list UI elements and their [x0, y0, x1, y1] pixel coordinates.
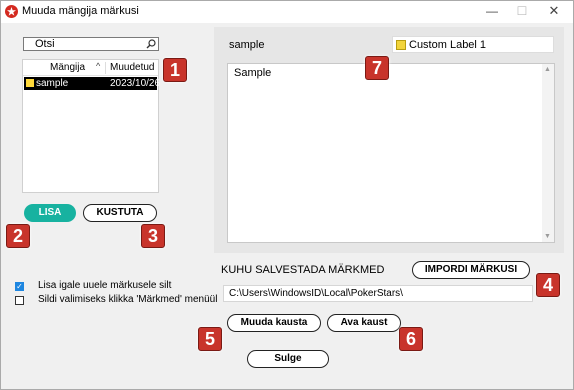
column-header-player[interactable]: Mängija [50, 62, 85, 73]
save-location-heading: KUHU SALVESTADA MÄRKMED [221, 264, 385, 276]
search-input[interactable]: Otsi [23, 37, 159, 51]
open-folder-button[interactable]: Ava kaust [327, 314, 401, 332]
delete-button[interactable]: KUSTUTA [83, 204, 157, 222]
close-window-button[interactable]: ✕ [539, 1, 569, 23]
label-color-swatch [26, 79, 34, 87]
search-input-text: Otsi [35, 38, 55, 50]
notes-dialog: Muuda mängija märkusi — ☐ ✕ Otsi Mängija… [0, 0, 574, 390]
close-button[interactable]: Sulge [247, 350, 329, 368]
annotation-badge: 7 [365, 56, 389, 80]
label-menu-checkbox[interactable] [15, 296, 24, 305]
pokerstars-logo-icon [5, 5, 18, 18]
notes-scrollbar[interactable]: ▲ ▼ [542, 64, 554, 242]
sort-asc-icon[interactable]: ^ [96, 61, 100, 71]
note-detail-panel: sample Custom Label 1 Sample ▲ ▼ [214, 27, 564, 253]
maximize-button[interactable]: ☐ [507, 1, 537, 23]
player-name: sample [229, 39, 265, 51]
list-item-date: 2023/10/26 [110, 78, 161, 89]
label-menu-checkbox-label: Sildi valimiseks klikka 'Märkmed' menüül [38, 294, 218, 305]
import-notes-button[interactable]: IMPORDI MÄRKUSI [412, 261, 530, 279]
label-selector[interactable]: Custom Label 1 [392, 36, 554, 53]
title-bar: Muuda mängija märkusi — ☐ ✕ [1, 1, 573, 23]
save-path-field[interactable]: C:\Users\WindowsID\Local\PokerStars\ [223, 285, 533, 302]
annotation-badge: 6 [399, 327, 423, 351]
column-header-modified[interactable]: Muudetud [110, 62, 154, 73]
minimize-button[interactable]: — [477, 1, 507, 23]
notes-textarea[interactable]: Sample ▲ ▼ [227, 63, 555, 243]
add-button[interactable]: LISA [24, 204, 76, 222]
search-icon[interactable] [146, 39, 156, 49]
annotation-badge: 4 [536, 273, 560, 297]
window-title: Muuda mängija märkusi [22, 5, 139, 17]
annotation-badge: 1 [163, 58, 187, 82]
column-divider[interactable] [105, 62, 106, 74]
change-folder-button[interactable]: Muuda kausta [227, 314, 321, 332]
label-color-swatch [396, 40, 406, 50]
scroll-down-icon[interactable]: ▼ [544, 233, 551, 240]
list-header: Mängija ^ Muudetud [23, 60, 158, 76]
save-path-text: C:\Users\WindowsID\Local\PokerStars\ [229, 288, 403, 299]
add-label-checkbox-label: Lisa igale uuele märkusele silt [38, 280, 172, 291]
player-list[interactable]: Mängija ^ Muudetud sample 2023/10/26 [22, 59, 161, 193]
list-item[interactable]: sample 2023/10/26 [24, 77, 161, 90]
annotation-badge: 3 [141, 224, 165, 248]
label-name: Custom Label 1 [409, 39, 487, 51]
list-item-name: sample [36, 78, 69, 89]
scroll-up-icon[interactable]: ▲ [544, 66, 551, 73]
annotation-badge: 5 [198, 327, 222, 351]
annotation-badge: 2 [6, 224, 30, 248]
add-label-checkbox[interactable]: ✓ [15, 282, 24, 291]
notes-text: Sample [234, 67, 272, 79]
